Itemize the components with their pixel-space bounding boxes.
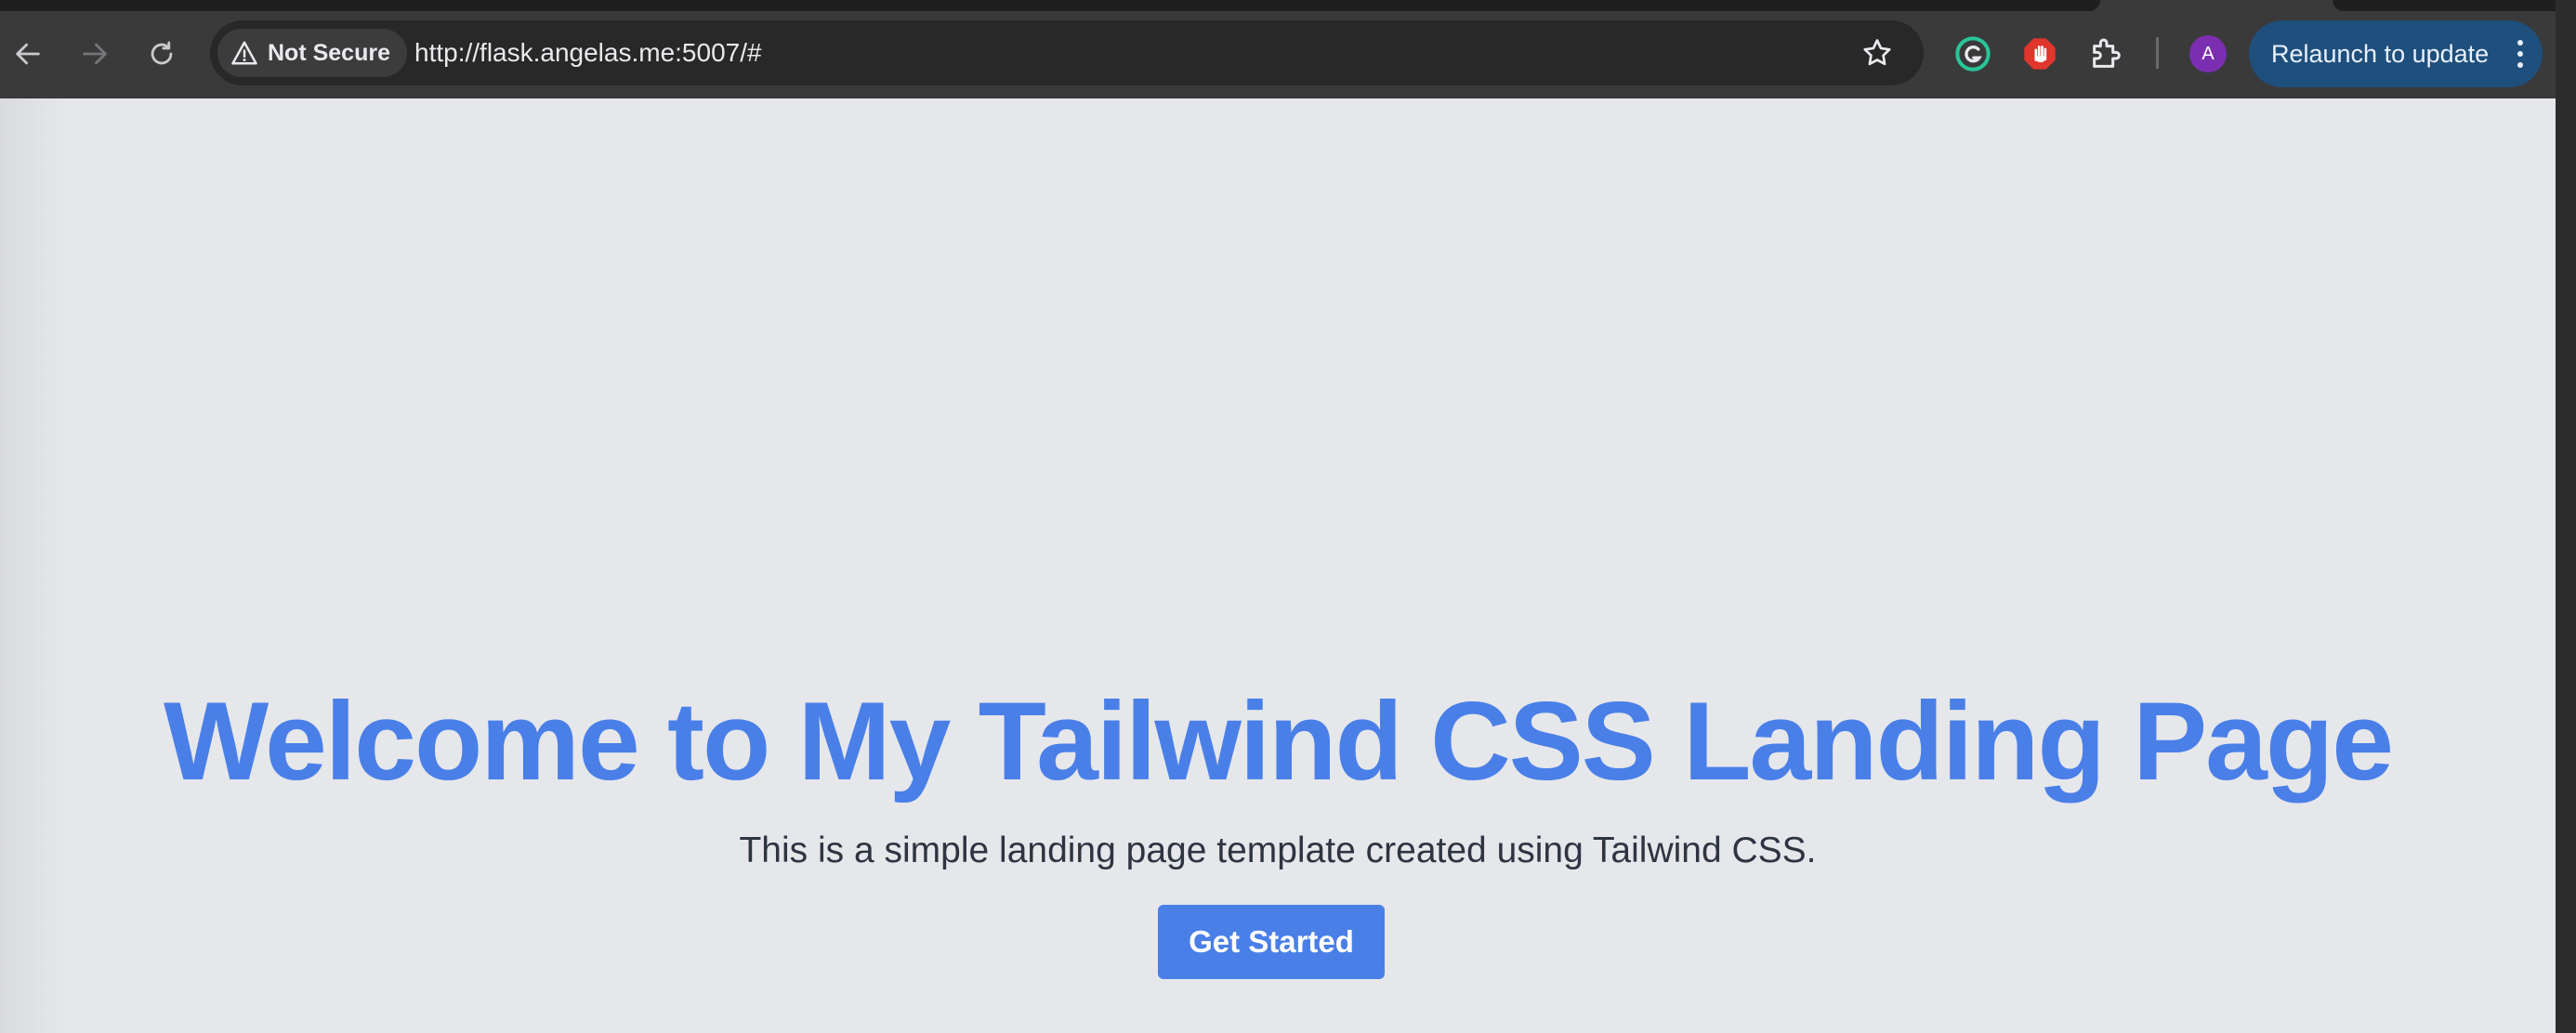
- tab-strip-right: [2333, 0, 2556, 11]
- more-vert-icon: [2517, 40, 2523, 68]
- arrow-left-icon: [16, 43, 40, 65]
- reload-button[interactable]: [136, 28, 188, 80]
- page-title: Welcome to My Tailwind CSS Landing Page: [164, 679, 2394, 804]
- browser-window: Not Secure http://flask.angelas.me:5007/…: [0, 0, 2576, 1033]
- browser-toolbar: Not Secure http://flask.angelas.me:5007/…: [0, 0, 2556, 98]
- get-started-button[interactable]: Get Started: [1158, 905, 1385, 979]
- security-label: Not Secure: [268, 39, 390, 66]
- url-text[interactable]: http://flask.angelas.me:5007/#: [414, 20, 762, 85]
- reload-icon: [151, 41, 173, 65]
- relaunch-button[interactable]: Relaunch to update: [2249, 20, 2543, 87]
- grammarly-extension[interactable]: [1952, 33, 1993, 74]
- arrow-right-icon: [83, 43, 107, 65]
- puzzle-icon: [2093, 38, 2121, 68]
- toolbar-divider: [2156, 37, 2159, 69]
- page-edge-shadow: [0, 98, 65, 1033]
- tab-strip: [0, 0, 2100, 11]
- window-edge: [2556, 0, 2576, 1033]
- address-bar[interactable]: Not Secure http://flask.angelas.me:5007/…: [210, 20, 1924, 85]
- page-subtitle: This is a simple landing page template c…: [739, 830, 1817, 870]
- extensions-button[interactable]: [2086, 33, 2127, 74]
- back-button[interactable]: [2, 28, 54, 80]
- forward-button[interactable]: [69, 28, 121, 80]
- stop-hand-icon: [2024, 38, 2056, 70]
- profile-avatar[interactable]: A: [2189, 35, 2227, 72]
- bookmark-button[interactable]: [1859, 34, 1896, 72]
- star-icon: [1863, 39, 1891, 66]
- warning-triangle-icon: [231, 41, 257, 65]
- grammarly-icon: [1955, 36, 1991, 72]
- relaunch-label: Relaunch to update: [2271, 39, 2490, 68]
- adblock-extension[interactable]: [2019, 33, 2060, 74]
- security-indicator[interactable]: Not Secure: [217, 29, 407, 77]
